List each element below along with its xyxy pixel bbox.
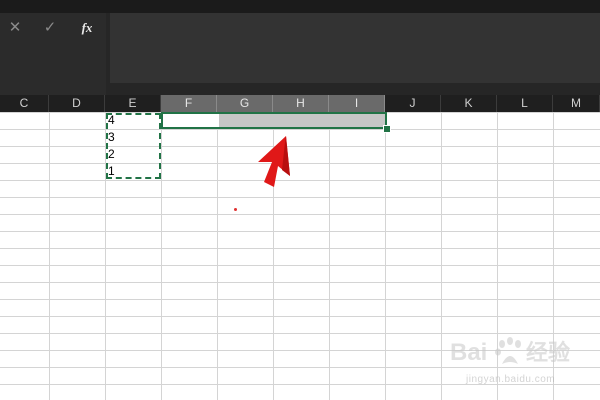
- column-header-j[interactable]: J: [385, 95, 441, 112]
- column-header-l[interactable]: L: [497, 95, 553, 112]
- selected-range[interactable]: [161, 112, 387, 129]
- red-arrow-icon: [258, 136, 290, 187]
- baidu-logo-icon: Bai 经验: [450, 337, 570, 366]
- column-header-k[interactable]: K: [441, 95, 497, 112]
- column-header-g[interactable]: G: [217, 95, 273, 112]
- column-header-c[interactable]: C: [0, 95, 49, 112]
- baidu-watermark: Bai 经验 jingyan.baidu.com: [448, 330, 598, 396]
- column-header-i[interactable]: I: [329, 95, 385, 112]
- selection-highlight: [219, 114, 385, 127]
- column-header-d[interactable]: D: [49, 95, 105, 112]
- watermark-url: jingyan.baidu.com: [466, 374, 556, 385]
- cursor-dot: [234, 208, 237, 211]
- fill-handle[interactable]: [383, 125, 391, 133]
- svg-text:Bai: Bai: [450, 339, 487, 366]
- svg-text:经验: 经验: [526, 340, 570, 365]
- copy-marquee: [106, 113, 161, 179]
- formula-bar: ✕ ✓ fx: [0, 13, 600, 95]
- column-header-e[interactable]: E: [105, 95, 161, 112]
- function-icon[interactable]: fx: [74, 15, 100, 41]
- close-icon[interactable]: ✕: [2, 15, 28, 41]
- column-header-m[interactable]: M: [553, 95, 600, 112]
- column-header-h[interactable]: H: [273, 95, 329, 112]
- spreadsheet-app: ✕ ✓ fx C D E F G H I J K L M 4 3 2 1 Bai: [0, 0, 600, 400]
- column-header-f[interactable]: F: [161, 95, 217, 112]
- checkmark-icon[interactable]: ✓: [37, 15, 63, 41]
- formula-bar-buttons: ✕ ✓ fx: [0, 13, 106, 95]
- ribbon-edge: [0, 0, 600, 13]
- column-header-row: C D E F G H I J K L M: [0, 95, 600, 112]
- formula-input[interactable]: [110, 13, 600, 83]
